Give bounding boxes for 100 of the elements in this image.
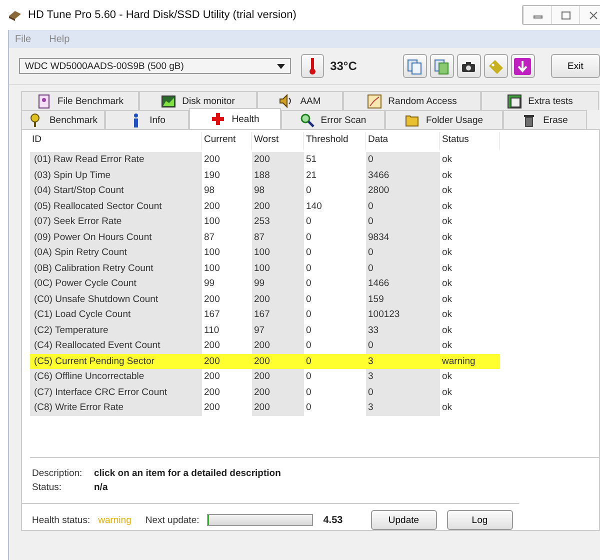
- footer-button[interactable]: Update: [370, 510, 437, 530]
- table-cell[interactable]: 87: [202, 230, 252, 245]
- table-cell[interactable]: (C8) Write Error Rate: [30, 400, 202, 416]
- table-cell[interactable]: 0: [304, 338, 366, 354]
- table-cell[interactable]: 200: [202, 400, 252, 416]
- table-cell[interactable]: 0: [366, 214, 440, 230]
- tab[interactable]: Disk monitor: [139, 91, 257, 110]
- maximize-button[interactable]: [551, 6, 579, 24]
- table-cell[interactable]: 0: [366, 384, 440, 400]
- table-cell[interactable]: 190: [202, 168, 252, 183]
- table-cell[interactable]: 21: [304, 168, 366, 183]
- table-cell[interactable]: 100: [202, 245, 252, 260]
- table-cell[interactable]: (C0) Unsafe Shutdown Count: [30, 292, 202, 307]
- table-cell[interactable]: 200: [252, 384, 304, 400]
- table-cell[interactable]: (C2) Temperature: [30, 322, 202, 338]
- table-cell[interactable]: 1466: [366, 276, 440, 292]
- tab[interactable]: Error Scan: [281, 110, 385, 129]
- table-cell[interactable]: 100123: [366, 307, 440, 322]
- table-cell[interactable]: 99: [202, 276, 252, 292]
- table-cell[interactable]: 3: [366, 400, 440, 416]
- table-cell[interactable]: 0: [304, 400, 366, 416]
- tab[interactable]: Health: [189, 108, 281, 129]
- tab[interactable]: Info: [105, 110, 189, 129]
- table-cell[interactable]: 97: [252, 322, 304, 338]
- table-cell[interactable]: 98: [252, 183, 304, 198]
- table-cell[interactable]: ok: [440, 245, 500, 260]
- table-cell[interactable]: 188: [252, 168, 304, 183]
- table-cell[interactable]: 0: [304, 354, 366, 369]
- table-cell[interactable]: 200: [202, 292, 252, 307]
- table-cell[interactable]: (05) Reallocated Sector Count: [30, 198, 202, 214]
- table-cell[interactable]: 33: [366, 322, 440, 338]
- toolbar-button[interactable]: [456, 54, 481, 78]
- table-cell[interactable]: 0: [304, 260, 366, 276]
- table-cell[interactable]: 0: [304, 307, 366, 322]
- table-cell[interactable]: ok: [440, 183, 500, 198]
- table-cell[interactable]: warning: [440, 354, 500, 369]
- table-cell[interactable]: 200: [252, 400, 304, 416]
- table-cell[interactable]: (C4) Reallocated Event Count: [30, 338, 202, 354]
- table-cell[interactable]: 167: [202, 307, 252, 322]
- table-cell[interactable]: 0: [304, 276, 366, 292]
- table-cell[interactable]: 98: [202, 183, 252, 198]
- table-cell[interactable]: ok: [440, 322, 500, 338]
- toolbar-button[interactable]: [430, 54, 454, 78]
- table-cell[interactable]: 200: [252, 152, 304, 168]
- table-cell[interactable]: 100: [202, 260, 252, 276]
- table-cell[interactable]: 140: [304, 198, 366, 214]
- table-cell[interactable]: (C5) Current Pending Sector: [30, 354, 202, 369]
- exit-button[interactable]: Exit: [550, 54, 600, 78]
- table-cell[interactable]: (0C) Power Cycle Count: [30, 276, 202, 292]
- table-cell[interactable]: 9834: [366, 230, 440, 245]
- table-cell[interactable]: ok: [440, 214, 500, 230]
- tab[interactable]: Extra tests: [481, 91, 599, 110]
- thermometer-button[interactable]: [300, 54, 324, 78]
- table-cell[interactable]: (C7) Interface CRC Error Count: [30, 384, 202, 400]
- table-cell[interactable]: (C6) Offline Uncorrectable: [30, 369, 202, 384]
- table-cell[interactable]: 200: [252, 292, 304, 307]
- table-cell[interactable]: ok: [440, 276, 500, 292]
- table-cell[interactable]: 200: [252, 369, 304, 384]
- table-cell[interactable]: ok: [440, 307, 500, 322]
- table-cell[interactable]: 200: [202, 384, 252, 400]
- table-cell[interactable]: 99: [252, 276, 304, 292]
- table-cell[interactable]: (0B) Calibration Retry Count: [30, 260, 202, 276]
- table-cell[interactable]: 0: [304, 230, 366, 245]
- toolbar-button[interactable]: [402, 54, 427, 78]
- table-cell[interactable]: 200: [252, 198, 304, 214]
- table-cell[interactable]: 0: [304, 214, 366, 230]
- tab[interactable]: Erase: [503, 110, 587, 129]
- table-cell[interactable]: 200: [202, 338, 252, 354]
- table-cell[interactable]: 200: [202, 198, 252, 214]
- table-cell[interactable]: ok: [440, 292, 500, 307]
- table-cell[interactable]: 3: [366, 354, 440, 369]
- table-cell[interactable]: 253: [252, 214, 304, 230]
- table-cell[interactable]: (0A) Spin Retry Count: [30, 245, 202, 260]
- table-cell[interactable]: 200: [202, 354, 252, 369]
- tab[interactable]: Benchmark: [21, 110, 105, 129]
- footer-button[interactable]: Log: [446, 510, 513, 530]
- column-header[interactable]: Status: [440, 132, 500, 152]
- close-button[interactable]: [579, 6, 600, 24]
- table-cell[interactable]: 200: [252, 338, 304, 354]
- table-cell[interactable]: 100: [252, 245, 304, 260]
- table-cell[interactable]: (07) Seek Error Rate: [30, 214, 202, 230]
- table-cell[interactable]: 0: [304, 245, 366, 260]
- table-cell[interactable]: 0: [366, 260, 440, 276]
- table-cell[interactable]: 100: [252, 260, 304, 276]
- table-cell[interactable]: (01) Raw Read Error Rate: [30, 152, 202, 168]
- table-cell[interactable]: ok: [440, 384, 500, 400]
- table-cell[interactable]: 51: [304, 152, 366, 168]
- table-cell[interactable]: ok: [440, 168, 500, 183]
- table-cell[interactable]: 0: [304, 322, 366, 338]
- table-cell[interactable]: 100: [202, 214, 252, 230]
- save-button[interactable]: [510, 54, 535, 78]
- table-cell[interactable]: 0: [366, 245, 440, 260]
- minimize-button[interactable]: [523, 6, 551, 24]
- table-cell[interactable]: 200: [202, 369, 252, 384]
- drive-dropdown[interactable]: WDC WD5000AADS-00S9B (500 gB): [19, 58, 291, 74]
- tab[interactable]: File Benchmark: [21, 91, 139, 110]
- table-cell[interactable]: ok: [440, 338, 500, 354]
- table-cell[interactable]: (09) Power On Hours Count: [30, 230, 202, 245]
- table-cell[interactable]: 0: [366, 198, 440, 214]
- tab[interactable]: Random Access: [343, 91, 481, 110]
